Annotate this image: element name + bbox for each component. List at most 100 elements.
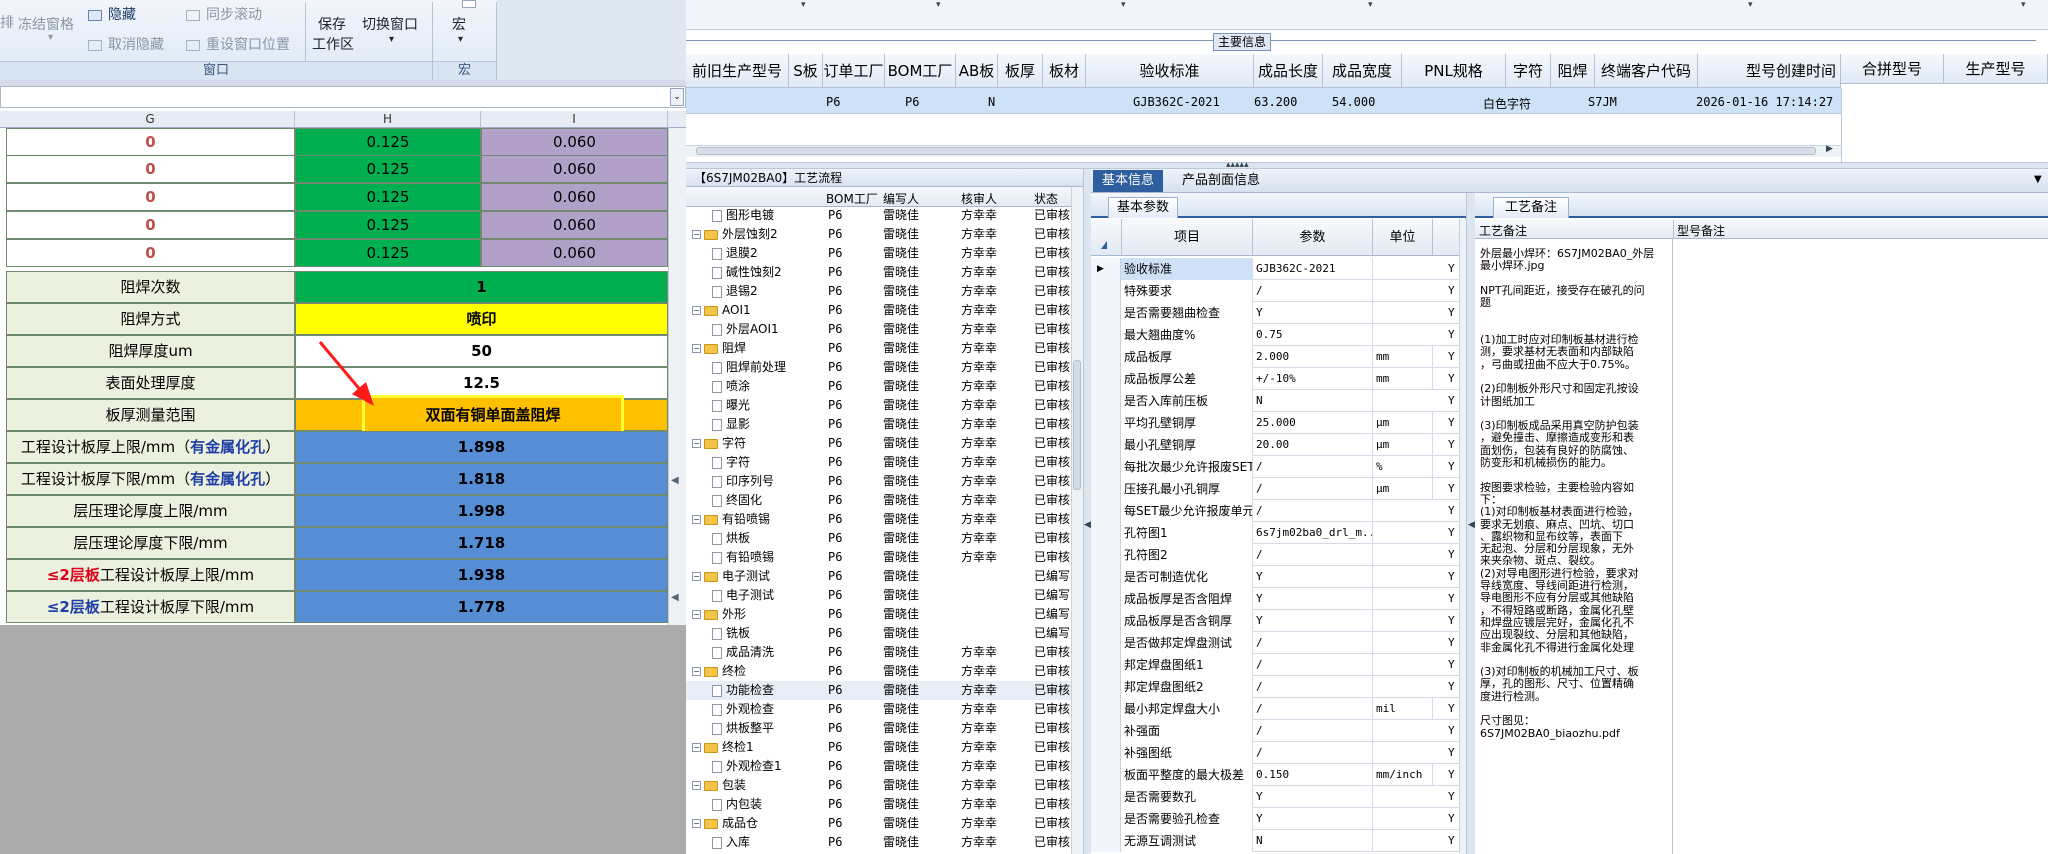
param-row[interactable]: 是否入库前压板 N Y — [1091, 390, 1459, 412]
tree-node[interactable]: 显影 P6 雷晓佳 方幸幸 已审核 — [686, 415, 1071, 434]
main-cell-width[interactable]: 54.000 — [1332, 95, 1375, 109]
col-header[interactable]: 成品长度 — [1254, 54, 1323, 88]
params-vscroll[interactable] — [1459, 219, 1466, 854]
param-value[interactable]: GJB362C-2021 — [1253, 258, 1373, 280]
param-row[interactable]: 是否需要数孔 Y Y — [1091, 786, 1459, 808]
splitter-vertical[interactable] — [1083, 169, 1091, 854]
tree-node[interactable]: − 阻焊 P6 雷晓佳 方幸幸 已审核 — [686, 339, 1071, 358]
row-value[interactable]: 1.778 — [295, 591, 668, 623]
cell-g[interactable]: 0 — [6, 155, 295, 183]
main-cell-customer[interactable]: S7JM — [1588, 95, 1617, 109]
tree-node[interactable]: 图形电镀 P6 雷晓佳 方幸幸 已审核 — [686, 207, 1071, 225]
param-value[interactable]: +/-10% — [1253, 368, 1373, 390]
param-row[interactable]: 孔符图1 6s7jm02ba0_drl_m... Y — [1091, 522, 1459, 544]
collapse-icon[interactable]: − — [692, 667, 701, 676]
tree-node[interactable]: 字符 P6 雷晓佳 方幸幸 已审核 — [686, 453, 1071, 472]
row-label-cell[interactable]: ≤2层板工程设计板厚上限/mm — [6, 559, 295, 591]
splitter-grip-icon[interactable]: ◀ — [1084, 520, 1091, 530]
filter-dropdown-icon[interactable]: ▾ — [801, 0, 806, 10]
cell-h[interactable]: 0.125 — [295, 211, 481, 239]
tree-node[interactable]: − 有铅喷锡 P6 雷晓佳 方幸幸 已审核 — [686, 510, 1071, 529]
param-row[interactable]: 成品板厚 2.000 mm Y — [1091, 346, 1459, 368]
param-row[interactable]: 成品板厚是否含阻焊 Y Y — [1091, 588, 1459, 610]
row-label-cell[interactable]: 工程设计板厚下限/mm（有金属化孔） — [6, 463, 295, 495]
row-value[interactable]: 1 — [295, 271, 668, 303]
col-writer[interactable]: 编写人 — [883, 190, 919, 207]
param-value[interactable]: Y — [1253, 808, 1373, 830]
row-value[interactable]: 1.938 — [295, 559, 668, 591]
tree-node[interactable]: − 外形 P6 雷晓佳 已编写 — [686, 605, 1071, 624]
tree-node[interactable]: − AOI1 P6 雷晓佳 方幸幸 已审核 — [686, 301, 1071, 320]
param-value[interactable]: / — [1253, 544, 1373, 566]
param-row[interactable]: 最小孔壁铜厚 20.00 μm Y — [1091, 434, 1459, 456]
main-cell-created[interactable]: 2026-01-16 17:14:27 — [1696, 95, 1833, 109]
col-header[interactable]: 前旧生产型号 — [686, 54, 789, 88]
param-row[interactable]: 邦定焊盘图纸2 / Y — [1091, 676, 1459, 698]
row-value[interactable]: 1.998 — [295, 495, 668, 527]
col-header[interactable]: 板材 — [1043, 54, 1086, 88]
tree-node[interactable]: 烘板整平 P6 雷晓佳 方幸幸 已审核 — [686, 719, 1071, 738]
splitter-horizontal[interactable] — [686, 162, 2048, 169]
tree-node[interactable]: 烘板 P6 雷晓佳 方幸幸 已审核 — [686, 529, 1071, 548]
tree-node[interactable]: 印序列号 P6 雷晓佳 方幸幸 已审核 — [686, 472, 1071, 491]
param-value[interactable]: 0.150 — [1253, 764, 1373, 786]
tree-node[interactable]: 入库 P6 雷晓佳 方幸幸 已审核 — [686, 833, 1071, 852]
row-value[interactable]: 1.818 — [295, 463, 668, 495]
param-row[interactable]: 最大翘曲度% 0.75 Y — [1091, 324, 1459, 346]
tab-product-profile[interactable]: 产品剖面信息 — [1166, 170, 1276, 192]
tree-node[interactable]: 内包装 P6 雷晓佳 方幸幸 已审核 — [686, 795, 1071, 814]
model-remarks-text[interactable] — [1673, 239, 2048, 854]
filter-dropdown-icon[interactable]: ▾ — [936, 0, 941, 10]
row-label-cell[interactable]: 层压理论厚度下限/mm — [6, 527, 295, 559]
param-row[interactable]: 孔符图2 / Y — [1091, 544, 1459, 566]
row-label-cell[interactable]: 板厚测量范围 — [6, 399, 295, 431]
param-row[interactable]: 是否可制造优化 Y Y — [1091, 566, 1459, 588]
param-value[interactable]: Y — [1253, 302, 1373, 324]
col-header[interactable]: 生产型号 — [1944, 54, 2048, 84]
col-header[interactable]: 订单工厂 — [823, 54, 885, 88]
main-cell-ab[interactable]: N — [988, 95, 995, 109]
param-value[interactable]: / — [1253, 720, 1373, 742]
tab-process-remarks[interactable]: 工艺备注 — [1493, 197, 1569, 218]
tree-node[interactable]: 有铅喷锡 P6 雷晓佳 方幸幸 已审核 — [686, 548, 1071, 567]
tree-node[interactable]: 退膜2 P6 雷晓佳 方幸幸 已审核 — [686, 244, 1071, 263]
param-value[interactable]: Y — [1253, 566, 1373, 588]
param-value[interactable]: / — [1253, 280, 1373, 302]
main-cell-char[interactable]: 白色字符 — [1483, 95, 1531, 112]
param-row[interactable]: 无源互调测试 N Y — [1091, 830, 1459, 852]
param-row[interactable]: 特殊要求 / Y — [1091, 280, 1459, 302]
tree-node[interactable]: 阻焊前处理 P6 雷晓佳 方幸幸 已审核 — [686, 358, 1071, 377]
tree-node[interactable]: 外层AOI1 P6 雷晓佳 方幸幸 已审核 — [686, 320, 1071, 339]
param-row[interactable]: 邦定焊盘图纸1 / Y — [1091, 654, 1459, 676]
tree-node[interactable]: 外观检查1 P6 雷晓佳 方幸幸 已审核 — [686, 757, 1071, 776]
flow-vscroll-thumb[interactable] — [1073, 360, 1081, 490]
param-row[interactable]: 补强图纸 / Y — [1091, 742, 1459, 764]
row-label-cell[interactable]: 阻焊次数 — [6, 271, 295, 303]
param-value[interactable]: 0.75 — [1253, 324, 1373, 346]
param-row[interactable]: 板面平整度的最大极差 0.150 mm/inch Y — [1091, 764, 1459, 786]
main-cell-order-factory[interactable]: P6 — [826, 95, 840, 109]
filter-dropdown-icon[interactable]: ▾ — [1748, 0, 1753, 10]
param-value[interactable]: 2.000 — [1253, 346, 1373, 368]
cell-i[interactable]: 0.060 — [481, 183, 668, 211]
tree-node[interactable]: 退锡2 P6 雷晓佳 方幸幸 已审核 — [686, 282, 1071, 301]
main-cell-bom-factory[interactable]: P6 — [905, 95, 919, 109]
tree-node[interactable]: − 电子测试 P6 雷晓佳 已编写 — [686, 567, 1071, 586]
col-param[interactable]: 参数 — [1253, 219, 1373, 256]
cell-i[interactable]: 0.060 — [481, 128, 668, 156]
param-row[interactable]: 平均孔壁铜厚 25.000 μm Y — [1091, 412, 1459, 434]
col-header[interactable]: BOM工厂 — [885, 54, 956, 88]
param-value[interactable]: / — [1253, 654, 1373, 676]
process-remarks-text[interactable]: 外层最小焊环：6S7JM02BA0_外层 最小焊环.jpg NPT孔间距近，接受存在… — [1475, 239, 1673, 854]
param-value[interactable]: 20.00 — [1253, 434, 1373, 456]
param-row[interactable]: 最小邦定焊盘大小 / mil Y — [1091, 698, 1459, 720]
sheet-vertical-scrollbar[interactable] — [668, 128, 686, 625]
row-label-cell[interactable]: 阻焊方式 — [6, 303, 295, 335]
param-row[interactable]: 每SET最少允许报废单元 / Y — [1091, 500, 1459, 522]
collapse-icon[interactable]: − — [692, 515, 701, 524]
tree-node[interactable]: 外观检查 P6 雷晓佳 方幸幸 已审核 — [686, 700, 1071, 719]
main-cell-standard[interactable]: GJB362C-2021 — [1133, 95, 1220, 109]
param-value[interactable]: / — [1253, 676, 1373, 698]
cell-h[interactable]: 0.125 — [295, 239, 481, 267]
cell-i[interactable]: 0.060 — [481, 211, 668, 239]
